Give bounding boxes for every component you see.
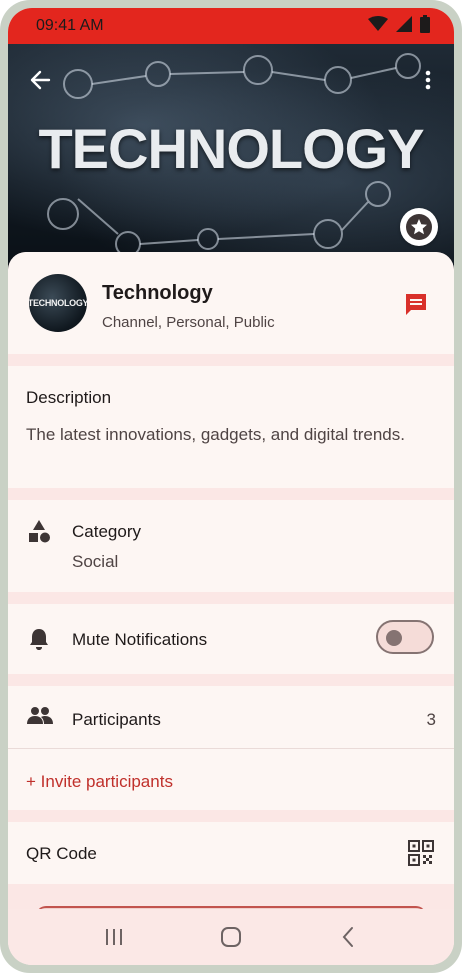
qr-code-icon: [408, 840, 434, 871]
open-chat-button[interactable]: [402, 290, 430, 318]
mute-notifications-card: Mute Notifications: [8, 604, 454, 674]
hero-title: TECHNOLOGY: [38, 117, 424, 180]
signal-icon: [396, 15, 412, 37]
hero-banner: TECHNOLOGY: [8, 44, 454, 276]
system-nav-bar: [8, 909, 454, 965]
more-options-button[interactable]: [412, 64, 444, 96]
description-title: Description: [26, 388, 112, 407]
people-icon: [26, 706, 54, 731]
description-card: Description The latest innovations, gadg…: [8, 366, 454, 488]
home-icon: [220, 927, 241, 947]
toggle-knob: [386, 630, 402, 646]
category-shapes-icon: [26, 518, 52, 549]
channel-name: Technology: [102, 282, 213, 304]
category-card[interactable]: Category Social: [8, 500, 454, 592]
details-sheet: TECHNOLOGY Technology Channel, Personal,…: [8, 252, 454, 965]
qr-code-card[interactable]: QR Code: [8, 822, 454, 884]
arrow-back-icon: [30, 70, 51, 90]
bell-icon: [28, 627, 50, 656]
mute-notifications-toggle[interactable]: [376, 620, 434, 654]
category-value: Social: [72, 552, 119, 571]
description-text: The latest innovations, gadgets, and dig…: [26, 425, 405, 444]
avatar[interactable]: TECHNOLOGY: [29, 274, 87, 332]
status-bar: 09:41 AM: [8, 8, 454, 44]
participants-title[interactable]: Participants: [72, 710, 161, 730]
status-time: 09:41 AM: [36, 17, 104, 34]
more-vert-icon: [425, 70, 431, 90]
phone-frame: 09:41 AM TECHNOLOGY TECHNOLOGY Technolog…: [0, 0, 462, 973]
nav-home-button[interactable]: [211, 917, 251, 957]
avatar-text: TECHNOLOGY: [29, 298, 87, 308]
invite-participants-link[interactable]: + Invite participants: [26, 772, 173, 792]
nav-recents-button[interactable]: [94, 917, 134, 957]
battery-icon: [420, 14, 430, 38]
status-icons: [368, 14, 430, 38]
back-icon: [342, 927, 353, 947]
participants-card: Participants 3 + Invite participants: [8, 686, 454, 810]
mute-notifications-label: Mute Notifications: [72, 630, 208, 649]
nav-back-button[interactable]: [328, 917, 368, 957]
channel-meta: Channel, Personal, Public: [102, 314, 275, 331]
category-title: Category: [72, 522, 141, 541]
wifi-icon: [368, 15, 388, 37]
channel-header-card: TECHNOLOGY Technology Channel, Personal,…: [8, 252, 454, 354]
chat-icon: [406, 294, 426, 315]
participants-count: 3: [426, 710, 436, 729]
favorite-button[interactable]: [400, 208, 438, 246]
qr-code-title: QR Code: [26, 844, 97, 863]
star-icon: [406, 214, 432, 240]
back-button[interactable]: [24, 64, 56, 96]
screen: 09:41 AM TECHNOLOGY TECHNOLOGY Technolog…: [8, 8, 454, 965]
divider: [8, 748, 454, 749]
recents-icon: [106, 929, 123, 945]
